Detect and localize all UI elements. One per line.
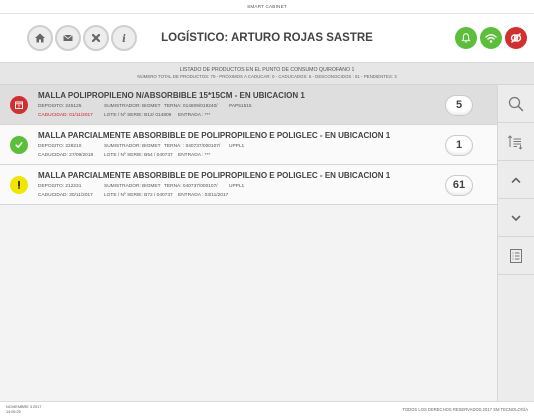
calendar-alert-icon	[15, 101, 23, 109]
entry-date: ENTRADA : ***	[178, 153, 211, 158]
list-view-button[interactable]	[498, 237, 534, 275]
mail-button[interactable]	[55, 25, 81, 51]
right-toolbar	[497, 85, 534, 401]
summary-title: LISTADO DE PRODUCTOS EN EL PUNTO DE CONS…	[179, 67, 355, 73]
product-title: MALLA PARCIALMENTE ABSORBIBLE DE POLIPRO…	[38, 131, 391, 140]
product-list: MALLA POLIPROPILENO N/ABSORBIBLE 15*15CM…	[0, 85, 497, 401]
terna: TERNA: : 040737/000107/	[164, 144, 221, 149]
exclamation-icon	[18, 180, 20, 189]
wifi-icon	[485, 34, 497, 43]
deposit: DEPOSITO: 212231	[38, 184, 82, 189]
footer-time: 14:05:25	[6, 409, 21, 414]
chevron-down-icon	[511, 215, 521, 221]
product-row[interactable]: MALLA PARCIALMENTE ABSORBIBLE DE POLIPRO…	[0, 125, 497, 165]
supplier: SUMISTRADOR: BIOMET	[104, 104, 161, 109]
status-indicator	[10, 96, 28, 114]
products-summary: LISTADO DE PRODUCTOS EN EL PUNTO DE CONS…	[0, 63, 534, 85]
summary-counts: NÚMERO TOTAL DE PRODUCTOS: 79 - PRÓXIMOS…	[137, 74, 397, 79]
header: LOGÍSTICO: ARTURO ROJAS SASTRE i	[0, 14, 534, 63]
close-icon	[91, 33, 101, 43]
status-indicator	[10, 176, 28, 194]
search-button[interactable]	[498, 85, 534, 123]
no-connection-icon	[510, 33, 522, 43]
scroll-down-button[interactable]	[498, 199, 534, 237]
search-icon	[508, 96, 524, 111]
mail-icon	[63, 34, 73, 41]
product-row[interactable]: MALLA PARCIALMENTE ABSORBIBLE DE POLIPRO…	[0, 165, 497, 205]
deposit: DEPOSITO: 245125	[38, 104, 82, 109]
close-button[interactable]	[83, 25, 109, 51]
quantity-badge: 1	[445, 135, 473, 156]
notifications-button[interactable]	[455, 27, 477, 49]
product-title: MALLA PARCIALMENTE ABSORBIBLE DE POLIPRO…	[38, 171, 391, 180]
wifi-status	[480, 27, 502, 49]
quantity-badge: 61	[445, 175, 473, 196]
lot-serial: LOTE / Nº SERIE: B12/ 014809	[104, 113, 172, 118]
reference: PAP51515	[229, 104, 252, 109]
list-icon	[510, 248, 522, 263]
footer-date: NOVIEMBRE 3 2017	[6, 405, 42, 409]
lot-serial: LOTE / Nº SERIE: B54 / 040737	[104, 153, 173, 158]
reference: UPPL1	[229, 144, 245, 149]
chevron-up-icon	[511, 177, 521, 183]
entry-date: ENTRADA : ***	[178, 113, 211, 118]
lot-serial: LOTE / Nº SERIE: B72 / 040737	[104, 193, 173, 198]
supplier: SUMISTRADOR: BIOMET	[104, 184, 161, 189]
info-icon: i	[122, 34, 126, 44]
quantity-badge: 5	[445, 95, 473, 116]
check-icon	[15, 142, 23, 148]
scroll-up-button[interactable]	[498, 161, 534, 199]
expiry-date: CADUCIDAD: 30/11/2017	[38, 193, 93, 198]
home-button[interactable]	[27, 25, 53, 51]
status-indicator	[10, 136, 28, 154]
entry-date: ENTRADA : 03/11/2017	[178, 193, 229, 198]
home-icon	[35, 33, 45, 43]
footer: NOVIEMBRE 3 2017 14:05:25 TODOS LOS DERE…	[0, 401, 534, 416]
app-window: SMART CABINET LOGÍSTICO: ARTURO ROJAS SA…	[0, 0, 534, 416]
sort-button[interactable]	[498, 123, 534, 161]
app-title: SMART CABINET	[247, 4, 287, 9]
sort-icon	[507, 134, 523, 150]
connection-status	[505, 27, 527, 49]
app-title-bar: SMART CABINET	[0, 0, 534, 14]
product-row[interactable]: MALLA POLIPROPILENO N/ABSORBIBLE 15*15CM…	[0, 85, 497, 125]
supplier: SUMISTRADOR: BIOMET	[104, 144, 161, 149]
terna: TERNA: 040737/000107/	[164, 184, 218, 189]
info-button[interactable]: i	[111, 25, 137, 51]
deposit: DEPOSITO: 228210	[38, 144, 82, 149]
bell-icon	[461, 33, 471, 43]
terna: TERNA: 014809/019240/	[164, 104, 218, 109]
copyright: TODOS LOS DERECHOS RESERVADOS 2017 SM TE…	[402, 407, 528, 412]
expiry-date: CADUCIDAD: 01/11/2017	[38, 113, 93, 118]
svg-text:i: i	[122, 34, 126, 44]
expiry-date: CADUCIDAD: 27/09/2018	[38, 153, 94, 158]
reference: UPPL1	[229, 184, 245, 189]
product-title: MALLA POLIPROPILENO N/ABSORBIBLE 15*15CM…	[38, 91, 305, 100]
